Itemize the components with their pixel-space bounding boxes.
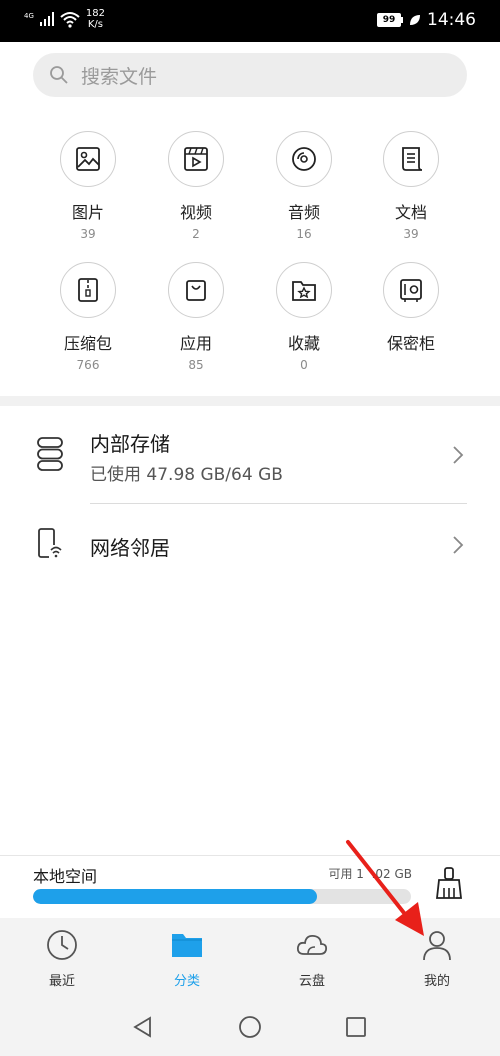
broom-clean-icon[interactable] <box>434 866 464 900</box>
search-placeholder: 搜索文件 <box>81 65 158 88</box>
app-bag-icon <box>186 280 206 301</box>
category-count: 16 <box>296 227 312 241</box>
internal-storage-row[interactable]: 内部存储 已使用 47.98 GB/64 GB <box>0 412 500 502</box>
tab-label: 我的 <box>423 974 450 989</box>
category-count: 0 <box>300 358 308 372</box>
battery-icon: 99 <box>377 13 403 27</box>
back-icon[interactable] <box>131 1015 155 1039</box>
section-divider <box>0 396 500 406</box>
document-icon <box>402 147 423 171</box>
tab-recent[interactable]: 最近 <box>12 928 112 989</box>
tab-me[interactable]: 我的 <box>387 928 487 989</box>
chevron-right-icon <box>453 446 464 464</box>
row-divider <box>90 503 467 504</box>
person-icon <box>423 931 451 961</box>
system-navigation-bar <box>0 1000 500 1056</box>
category-label: 图片 <box>71 203 104 222</box>
category-label: 文档 <box>394 203 427 222</box>
image-icon <box>76 147 100 171</box>
bottom-navigation: 最近 分类 云盘 我的 <box>0 918 500 1000</box>
category-label: 压缩包 <box>63 334 112 353</box>
internal-storage-usage: 已使用 47.98 GB/64 GB <box>90 465 283 485</box>
category-safe[interactable]: 保密柜 <box>361 262 461 358</box>
recents-icon[interactable] <box>344 1015 368 1039</box>
storage-icon <box>37 437 63 471</box>
local-space-divider <box>0 855 500 856</box>
category-audio[interactable]: 音频 16 <box>254 131 354 241</box>
category-count: 39 <box>403 227 419 241</box>
network-neighbors-row[interactable]: 网络邻居 <box>0 514 500 576</box>
category-count: 2 <box>192 227 200 241</box>
category-label: 应用 <box>179 334 212 353</box>
signal-icon <box>39 12 54 26</box>
cloud-icon <box>296 934 328 955</box>
tab-categories[interactable]: 分类 <box>137 928 237 989</box>
tab-label: 最近 <box>48 974 75 989</box>
storage-progress-fill <box>33 889 317 904</box>
tab-label: 云盘 <box>298 974 325 989</box>
status-bar: 4G 182 K/s 99 14:46 <box>0 0 500 42</box>
category-label: 收藏 <box>287 334 320 353</box>
home-icon[interactable] <box>238 1015 262 1039</box>
category-archives[interactable]: 压缩包 766 <box>38 262 138 372</box>
network-speed: 182 K/s <box>85 8 105 30</box>
category-label: 视频 <box>179 203 212 222</box>
wifi-icon <box>60 12 80 28</box>
leaf-icon <box>410 15 420 25</box>
folder-icon <box>172 934 202 957</box>
tab-label: 分类 <box>173 974 200 989</box>
storage-progress-bar <box>33 889 411 904</box>
category-images[interactable]: 图片 39 <box>38 131 138 241</box>
safe-icon <box>400 279 422 302</box>
category-apps[interactable]: 应用 85 <box>146 262 246 372</box>
clock-icon <box>47 930 77 960</box>
internal-storage-title: 内部存储 <box>90 432 170 456</box>
category-label: 音频 <box>287 203 320 222</box>
audio-icon <box>292 147 316 171</box>
category-count: 39 <box>80 227 96 241</box>
local-space-available: 可用 1 .02 GB <box>328 867 412 881</box>
category-label: 保密柜 <box>386 334 435 353</box>
clock-time: 14:46 <box>427 10 476 30</box>
archive-icon <box>78 278 98 302</box>
local-space-title: 本地空间 <box>33 867 98 886</box>
network-neighbors-title: 网络邻居 <box>90 536 170 560</box>
search-bar[interactable]: 搜索文件 <box>33 53 467 97</box>
star-folder-icon <box>292 281 316 301</box>
search-icon <box>50 66 68 84</box>
tab-cloud[interactable]: 云盘 <box>262 928 362 989</box>
category-documents[interactable]: 文档 39 <box>361 131 461 241</box>
network-type: 4G <box>24 12 34 20</box>
category-videos[interactable]: 视频 2 <box>146 131 246 241</box>
category-favorites[interactable]: 收藏 0 <box>254 262 354 372</box>
network-device-icon <box>38 528 63 559</box>
category-count: 85 <box>188 358 204 372</box>
video-icon <box>184 147 208 171</box>
category-count: 766 <box>76 358 100 372</box>
chevron-right-icon <box>453 536 464 554</box>
